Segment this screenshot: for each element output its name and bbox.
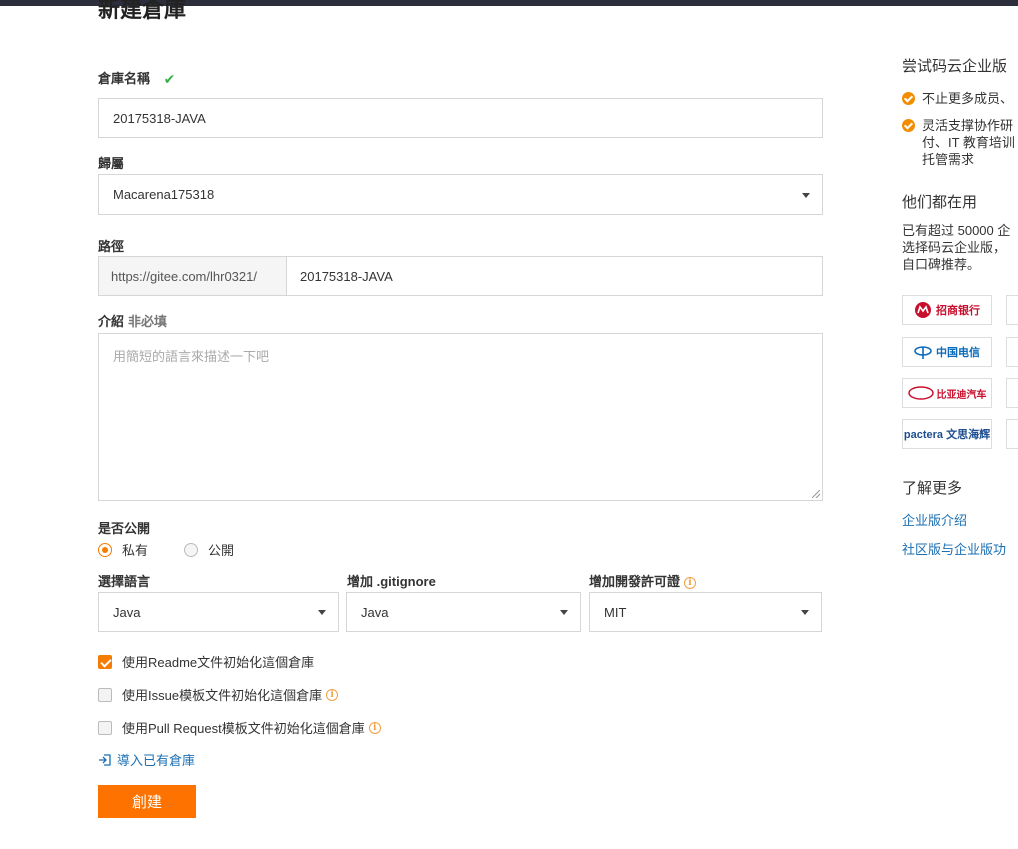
chevron-down-icon: [801, 610, 809, 615]
license-select[interactable]: MIT: [589, 592, 822, 632]
edition-compare-link[interactable]: 社区版与企业版功: [902, 539, 1018, 558]
gitignore-label: 增加 .gitignore: [347, 574, 436, 589]
path-prefix: https://gitee.com/lhr0321/: [99, 257, 287, 295]
page-title: 新建倉庫: [98, 0, 187, 22]
intro-label-text: 介紹: [98, 314, 125, 329]
language-select[interactable]: Java: [98, 592, 339, 632]
promo-bullet-text: 付、IT 教育培训: [922, 135, 1015, 150]
logo-cmb-text: 招商银行: [936, 305, 980, 317]
logo-byd-text: 比亚迪汽车: [936, 389, 987, 401]
users-text-line: 选择码云企业版，: [902, 240, 1007, 255]
language-label: 選擇語言: [98, 574, 151, 589]
enterprise-intro-link[interactable]: 企业版介绍: [902, 510, 1018, 529]
radio-public[interactable]: 公開: [184, 540, 234, 559]
logo-partial: [1006, 337, 1018, 367]
path-field: https://gitee.com/lhr0321/ 20175318-JAVA: [98, 256, 823, 296]
info-icon[interactable]: i: [684, 576, 697, 589]
promo-bullet-text: 不止更多成员、: [922, 91, 1014, 106]
intro-label: 介紹 非必填: [98, 311, 167, 330]
logo-china-telecom-text: 中国电信: [936, 347, 980, 359]
repo-name-label-text: 倉庫名稱: [98, 71, 151, 86]
path-label: 路徑: [98, 239, 125, 254]
path-input[interactable]: 20175318-JAVA: [287, 257, 822, 295]
users-title: 他们都在用: [902, 194, 978, 211]
check-circle-icon: [902, 92, 915, 105]
import-repo-label: 導入已有倉庫: [117, 753, 196, 768]
repo-name-label: 倉庫名稱 ✔: [98, 68, 175, 88]
radio-checked-icon[interactable]: [98, 542, 112, 557]
owner-value: Macarena175318: [113, 187, 215, 202]
byd-logo-icon: [907, 386, 934, 400]
owner-select[interactable]: Macarena175318: [98, 174, 823, 215]
logo-partial: [1006, 378, 1018, 408]
pr-template-checkbox-row[interactable]: 使用Pull Request模板文件初始化這個倉庫 i: [98, 718, 381, 737]
language-value: Java: [113, 604, 141, 620]
logo-pactera: pactera 文思海辉: [902, 419, 992, 449]
learn-more-title: 了解更多: [902, 480, 963, 497]
intro-textarea[interactable]: 用簡短的語言來描述一下吧: [98, 333, 823, 501]
pr-template-checkbox[interactable]: [98, 720, 112, 735]
issue-template-checkbox-label: 使用Issue模板文件初始化這個倉庫: [122, 688, 323, 703]
import-repo-link[interactable]: 導入已有倉庫: [98, 750, 195, 769]
chevron-down-icon: [802, 192, 810, 198]
chevron-down-icon: [560, 610, 568, 615]
repo-name-value: 20175318-JAVA: [113, 110, 206, 126]
gitignore-value: Java: [361, 604, 389, 620]
promo-bullet: 不止更多成员、: [902, 90, 1018, 107]
create-button[interactable]: 創建: [98, 785, 196, 818]
logo-china-telecom: 中国电信: [902, 337, 992, 367]
enterprise-promo: 尝试码云企业版 不止更多成员、 灵活支撑协作研 付、IT 教育培训 托管需求 他…: [902, 50, 1018, 273]
repo-name-input[interactable]: 20175318-JAVA: [98, 98, 823, 138]
users-text-line: 已有超过 50000 企: [902, 223, 1011, 238]
issue-template-checkbox-row[interactable]: 使用Issue模板文件初始化這個倉庫 i: [98, 685, 339, 704]
logo-pactera-text: pactera 文思海辉: [903, 429, 991, 441]
resize-grip-icon[interactable]: [812, 490, 820, 498]
logo-cmb: 招商银行: [902, 295, 992, 325]
radio-private[interactable]: 私有: [98, 540, 148, 559]
readme-checkbox-row[interactable]: 使用Readme文件初始化這個倉庫: [98, 652, 314, 671]
intro-placeholder: 用簡短的語言來描述一下吧: [113, 349, 270, 364]
logo-partial: [1006, 295, 1018, 325]
owner-label: 歸屬: [98, 156, 125, 171]
sign-in-icon: [99, 753, 111, 766]
license-value: MIT: [604, 604, 627, 620]
visibility-label: 是否公開: [98, 521, 151, 536]
valid-check-icon: ✔: [163, 71, 176, 88]
promo-bullet: 灵活支撑协作研 付、IT 教育培训 托管需求: [902, 117, 1018, 168]
promo-bullet-text: 托管需求: [922, 152, 975, 167]
intro-optional-text: 非必填: [128, 314, 168, 329]
users-text-line: 自口碑推荐。: [902, 257, 981, 272]
check-circle-icon: [902, 119, 915, 132]
pr-template-checkbox-label: 使用Pull Request模板文件初始化這個倉庫: [122, 721, 365, 736]
radio-private-label: 私有: [122, 543, 149, 558]
readme-checkbox-label: 使用Readme文件初始化這個倉庫: [122, 655, 315, 670]
license-label: 增加開發許可證 i: [589, 571, 697, 590]
promo-title: 尝试码云企业版: [902, 58, 1008, 75]
readme-checkbox[interactable]: [98, 654, 112, 669]
radio-unchecked-icon[interactable]: [184, 542, 199, 557]
cmb-logo-icon: [915, 302, 931, 318]
license-label-text: 增加開發許可證: [589, 574, 681, 589]
logo-byd: 比亚迪汽车: [902, 378, 992, 408]
users-text: 已有超过 50000 企 选择码云企业版， 自口碑推荐。: [902, 222, 1018, 273]
radio-public-label: 公開: [208, 543, 235, 558]
telecom-logo-icon: [914, 346, 932, 359]
info-icon[interactable]: i: [326, 688, 339, 701]
logo-partial: [1006, 419, 1018, 449]
chevron-down-icon: [318, 610, 326, 615]
issue-template-checkbox[interactable]: [98, 687, 112, 702]
visibility-radio-group: 私有 公開: [98, 540, 270, 559]
info-icon[interactable]: i: [368, 721, 381, 734]
promo-bullet-text: 灵活支撑协作研: [922, 118, 1014, 133]
gitignore-select[interactable]: Java: [346, 592, 581, 632]
